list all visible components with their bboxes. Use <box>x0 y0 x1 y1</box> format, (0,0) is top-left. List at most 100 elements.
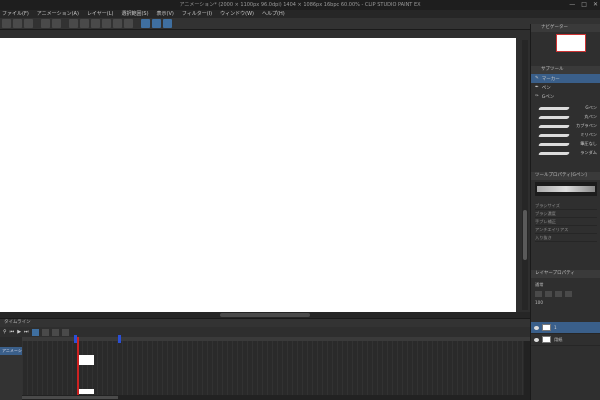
canvas-vertical-scroll-thumb[interactable] <box>523 210 527 260</box>
delete-layer-icon[interactable] <box>565 290 572 297</box>
eye-icon[interactable] <box>534 337 539 342</box>
tool-marker[interactable]: ✎ マーカー <box>531 74 600 83</box>
brush-stroke-preview <box>538 152 570 155</box>
layer-name: 1 <box>554 325 557 330</box>
opacity-value[interactable]: 100 <box>535 298 543 307</box>
blend-mode-select[interactable]: 通常 <box>535 280 543 289</box>
line-mode-icon[interactable] <box>152 19 161 28</box>
canvas-area <box>0 30 530 313</box>
copy-icon[interactable] <box>91 19 100 28</box>
layer-controls: 通常 100 <box>531 280 600 307</box>
timeline-header[interactable]: タイムライン <box>0 319 530 327</box>
brush-list: Gペン 丸ペン カブラペン ミリペン 筆圧なし ランダム <box>537 104 597 158</box>
new-cell-icon[interactable] <box>31 328 39 336</box>
subtool-header[interactable]: サブツール <box>531 66 600 74</box>
tool-property-header[interactable]: ツールプロパティ[Gペン] <box>531 172 600 180</box>
drawing-canvas[interactable] <box>0 38 516 313</box>
timeline-vertical-scrollbar[interactable] <box>524 341 530 395</box>
menu-help[interactable]: ヘルプ(H) <box>262 10 285 18</box>
tool-pen[interactable]: ✒ ペン <box>531 83 600 92</box>
layer-name: 用紙 <box>554 336 563 342</box>
tool-gpen-label: Gペン <box>541 94 555 100</box>
subtool-panel: サブツール ✎ マーカー ✒ ペン ✑ Gペン <box>531 66 600 101</box>
property-row[interactable]: 入り抜き <box>535 234 597 242</box>
menu-filter[interactable]: フィルター(I) <box>182 10 212 18</box>
canvas-vertical-scrollbar[interactable] <box>522 40 528 310</box>
minimize-button[interactable]: — <box>569 0 575 10</box>
first-frame-icon[interactable]: ⏮ <box>10 329 15 335</box>
redo-icon[interactable] <box>52 19 61 28</box>
cut-icon[interactable] <box>80 19 89 28</box>
menu-view[interactable]: 表示(V) <box>157 10 174 18</box>
menu-window[interactable]: ウィンドウ(W) <box>220 10 254 18</box>
property-row[interactable]: ブラシ濃度 <box>535 210 597 218</box>
tool-pen-label: ペン <box>541 85 551 91</box>
brush-stroke-preview <box>538 143 570 146</box>
onion-skin-icon[interactable] <box>51 328 59 336</box>
close-button[interactable]: ✕ <box>593 0 598 10</box>
layer-opacity-row[interactable]: 100 <box>531 298 600 307</box>
canvas-horizontal-scroll-thumb[interactable] <box>220 313 310 317</box>
property-row[interactable]: ブラシサイズ <box>535 202 597 210</box>
animation-cell[interactable] <box>77 355 94 365</box>
brush-stroke-preview <box>538 107 570 110</box>
eye-icon[interactable] <box>534 325 539 330</box>
play-icon[interactable]: ▶ <box>17 329 21 335</box>
lock-icon[interactable] <box>555 290 562 297</box>
property-row[interactable]: アンチエイリアス <box>535 226 597 234</box>
menu-animation[interactable]: アニメーション(A) <box>37 10 79 18</box>
maximize-button[interactable]: □ <box>581 0 587 10</box>
next-frame-icon[interactable]: ⏭ <box>24 329 29 335</box>
curve-mode-icon[interactable] <box>163 19 172 28</box>
menu-file[interactable]: ファイル(F) <box>2 10 29 18</box>
brush-label: ランダム <box>580 150 597 155</box>
property-row[interactable]: 手ブレ補正 <box>535 218 597 226</box>
brush-label: Gペン <box>585 105 597 110</box>
new-layer-icon[interactable] <box>535 290 542 297</box>
window-title: アニメーション* (2000 × 1100px 96.0dpi) 1404 × … <box>179 2 421 8</box>
layer-item[interactable]: 用紙 <box>531 334 600 346</box>
brush-item[interactable]: ミリペン <box>537 131 597 140</box>
undo-icon[interactable] <box>41 19 50 28</box>
paste-icon[interactable] <box>102 19 111 28</box>
animation-cell[interactable] <box>77 389 94 394</box>
layer-property-header[interactable]: レイヤープロパティ <box>531 270 600 278</box>
save-icon[interactable] <box>24 19 33 28</box>
command-bar <box>0 18 600 30</box>
brush-label: ミリペン <box>580 132 597 137</box>
layer-blend-row[interactable]: 通常 <box>531 280 600 289</box>
open-file-icon[interactable] <box>13 19 22 28</box>
timeline-scroll-thumb[interactable] <box>22 396 118 399</box>
navigator-header[interactable]: ナビゲーター <box>531 24 600 32</box>
brush-item[interactable]: 丸ペン <box>537 113 597 122</box>
brush-item[interactable]: Gペン <box>537 104 597 113</box>
brush-item[interactable]: カブラペン <box>537 122 597 131</box>
menu-selection[interactable]: 選択範囲(S) <box>121 10 148 18</box>
brush-item[interactable]: ランダム <box>537 149 597 158</box>
track-name: アニメーション <box>0 347 22 355</box>
brush-item[interactable]: 筆圧なし <box>537 140 597 149</box>
navigator-preview[interactable] <box>556 34 586 52</box>
track-label[interactable]: アニメーション <box>0 347 22 400</box>
layer-tool-row <box>531 289 600 298</box>
new-file-icon[interactable] <box>2 19 11 28</box>
tool-gpen[interactable]: ✑ Gペン <box>531 92 600 101</box>
brush-preview <box>535 182 597 196</box>
cell-spec-icon[interactable] <box>41 328 49 336</box>
pen-mode-icon[interactable] <box>141 19 150 28</box>
zoom-icon[interactable]: ⚲ <box>3 329 7 335</box>
menu-layer[interactable]: レイヤー(L) <box>87 10 114 18</box>
tool-marker-label: マーカー <box>541 76 560 82</box>
layer-item[interactable]: 1 <box>531 322 600 334</box>
timeline-panel: タイムライン ⚲ ⏮ ▶ ⏭ アニメーション <box>0 318 530 400</box>
timeline-frames[interactable] <box>22 341 530 400</box>
end-marker[interactable] <box>118 335 121 343</box>
gpen-icon: ✑ <box>535 94 539 99</box>
loop-icon[interactable] <box>61 328 69 336</box>
folder-icon[interactable] <box>545 290 552 297</box>
clear-icon[interactable] <box>69 19 78 28</box>
transform-icon[interactable] <box>124 19 133 28</box>
playhead[interactable] <box>77 337 79 400</box>
timeline-horizontal-scrollbar[interactable] <box>22 395 530 400</box>
fill-icon[interactable] <box>113 19 122 28</box>
